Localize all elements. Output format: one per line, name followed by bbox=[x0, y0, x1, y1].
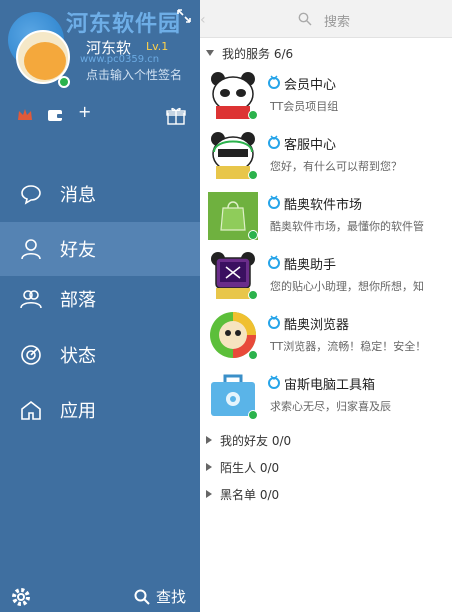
add-icon[interactable]: + bbox=[78, 102, 91, 121]
nav-messages[interactable]: 消息 bbox=[0, 167, 200, 221]
contact-name: 酷奥浏览器 bbox=[284, 318, 350, 333]
nav-tribe[interactable]: 部落 bbox=[0, 272, 200, 326]
group-strangers[interactable]: 陌生人 0/0 bbox=[206, 458, 279, 476]
group-label: 我的好友 0/0 bbox=[220, 433, 292, 448]
quick-toolbar: + bbox=[16, 102, 192, 130]
vip-badge-icon bbox=[268, 195, 280, 209]
contact-desc: 您好，有什么可以帮到您？ bbox=[270, 160, 402, 173]
list-item[interactable]: 宙斯电脑工具箱 求索心无尽，归家喜及辰 bbox=[200, 366, 452, 426]
group-label: 我的服务 6/6 bbox=[222, 46, 294, 61]
status-icon bbox=[21, 345, 41, 365]
chevron-down-icon bbox=[206, 50, 214, 56]
contact-desc: TT会员项目组 bbox=[270, 100, 339, 113]
nav-status[interactable]: 状态 bbox=[0, 328, 200, 382]
friend-icon bbox=[21, 239, 41, 260]
group-friends[interactable]: 我的好友 0/0 bbox=[206, 431, 291, 449]
contact-panel: ‹ 搜索 我的服务 6/6 会员中心 TT会员项目组 客服中心 您好，有什么可以… bbox=[200, 0, 452, 612]
nav-label: 好友 bbox=[60, 240, 96, 261]
expand-icon[interactable] bbox=[176, 8, 192, 24]
watermark-text: 河东软件园 bbox=[66, 12, 182, 37]
online-status-icon bbox=[248, 110, 258, 120]
search-bar[interactable]: ‹ 搜索 bbox=[200, 0, 452, 38]
online-status-icon bbox=[248, 230, 258, 240]
find-button[interactable]: 查找 bbox=[134, 586, 186, 607]
nav-label: 消息 bbox=[60, 185, 96, 206]
chevron-right-icon bbox=[206, 490, 212, 498]
signature-input[interactable]: 点击输入个性签名 bbox=[86, 66, 182, 83]
contact-name: 宙斯电脑工具箱 bbox=[284, 378, 376, 393]
search-placeholder: 搜索 bbox=[324, 15, 351, 30]
gift-icon[interactable] bbox=[166, 106, 186, 126]
contact-desc: TT浏览器，流畅！稳定！安全！ bbox=[270, 340, 427, 353]
chevron-right-icon bbox=[206, 463, 212, 471]
app-icon bbox=[21, 400, 41, 420]
crown-icon[interactable] bbox=[16, 106, 34, 124]
contact-desc: 酷奥软件市场，最懂你的软件管 bbox=[270, 220, 424, 233]
contact-name: 客服中心 bbox=[284, 138, 337, 153]
group-label: 陌生人 0/0 bbox=[220, 460, 280, 475]
list-item[interactable]: 酷奥助手 您的贴心小助理，想你所想，知 bbox=[200, 246, 452, 306]
vip-badge-icon bbox=[268, 375, 280, 389]
online-status-icon bbox=[248, 290, 258, 300]
chevron-left-icon[interactable]: ‹ bbox=[200, 12, 206, 28]
contact-name: 酷奥助手 bbox=[284, 258, 337, 273]
level-badge: Lv.1 bbox=[146, 40, 169, 53]
vip-badge-icon bbox=[268, 135, 280, 149]
nav-friends[interactable]: 好友 bbox=[0, 222, 200, 276]
online-status-icon bbox=[248, 410, 258, 420]
nickname[interactable]: 河东软 bbox=[86, 37, 131, 58]
list-item[interactable]: 酷奥软件市场 酷奥软件市场，最懂你的软件管 bbox=[200, 186, 452, 246]
nav-label: 部落 bbox=[60, 290, 96, 311]
group-services[interactable]: 我的服务 6/6 bbox=[206, 44, 293, 62]
find-label: 查找 bbox=[156, 588, 187, 606]
sidebar: 河东软件园 www.pc0359.cn 河东软 Lv.1 点击输入个性签名 + … bbox=[0, 0, 200, 612]
list-item[interactable]: 酷奥浏览器 TT浏览器，流畅！稳定！安全！ bbox=[200, 306, 452, 366]
vip-badge-icon bbox=[268, 315, 280, 329]
contact-name: 会员中心 bbox=[284, 78, 337, 93]
search-icon bbox=[134, 589, 150, 605]
nav-label: 状态 bbox=[60, 346, 96, 367]
list-item[interactable]: 会员中心 TT会员项目组 bbox=[200, 66, 452, 126]
online-status-icon bbox=[248, 350, 258, 360]
wallet-icon[interactable] bbox=[46, 106, 66, 124]
list-item[interactable]: 客服中心 您好，有什么可以帮到您？ bbox=[200, 126, 452, 186]
vip-badge-icon bbox=[268, 75, 280, 89]
chevron-right-icon bbox=[206, 436, 212, 444]
group-blacklist[interactable]: 黑名单 0/0 bbox=[206, 485, 279, 503]
contact-desc: 您的贴心小助理，想你所想，知 bbox=[270, 280, 424, 293]
nav-label: 应用 bbox=[60, 401, 96, 422]
message-icon bbox=[21, 185, 41, 205]
tribe-icon bbox=[20, 290, 42, 309]
group-label: 黑名单 0/0 bbox=[220, 487, 280, 502]
online-status-icon bbox=[248, 170, 258, 180]
gear-icon[interactable] bbox=[10, 586, 32, 608]
nav-apps[interactable]: 应用 bbox=[0, 383, 200, 437]
contact-desc: 求索心无尽，归家喜及辰 bbox=[270, 400, 391, 413]
online-status-icon bbox=[58, 76, 70, 88]
vip-badge-icon bbox=[268, 255, 280, 269]
search-icon bbox=[298, 12, 312, 26]
contact-name: 酷奥软件市场 bbox=[284, 198, 363, 213]
